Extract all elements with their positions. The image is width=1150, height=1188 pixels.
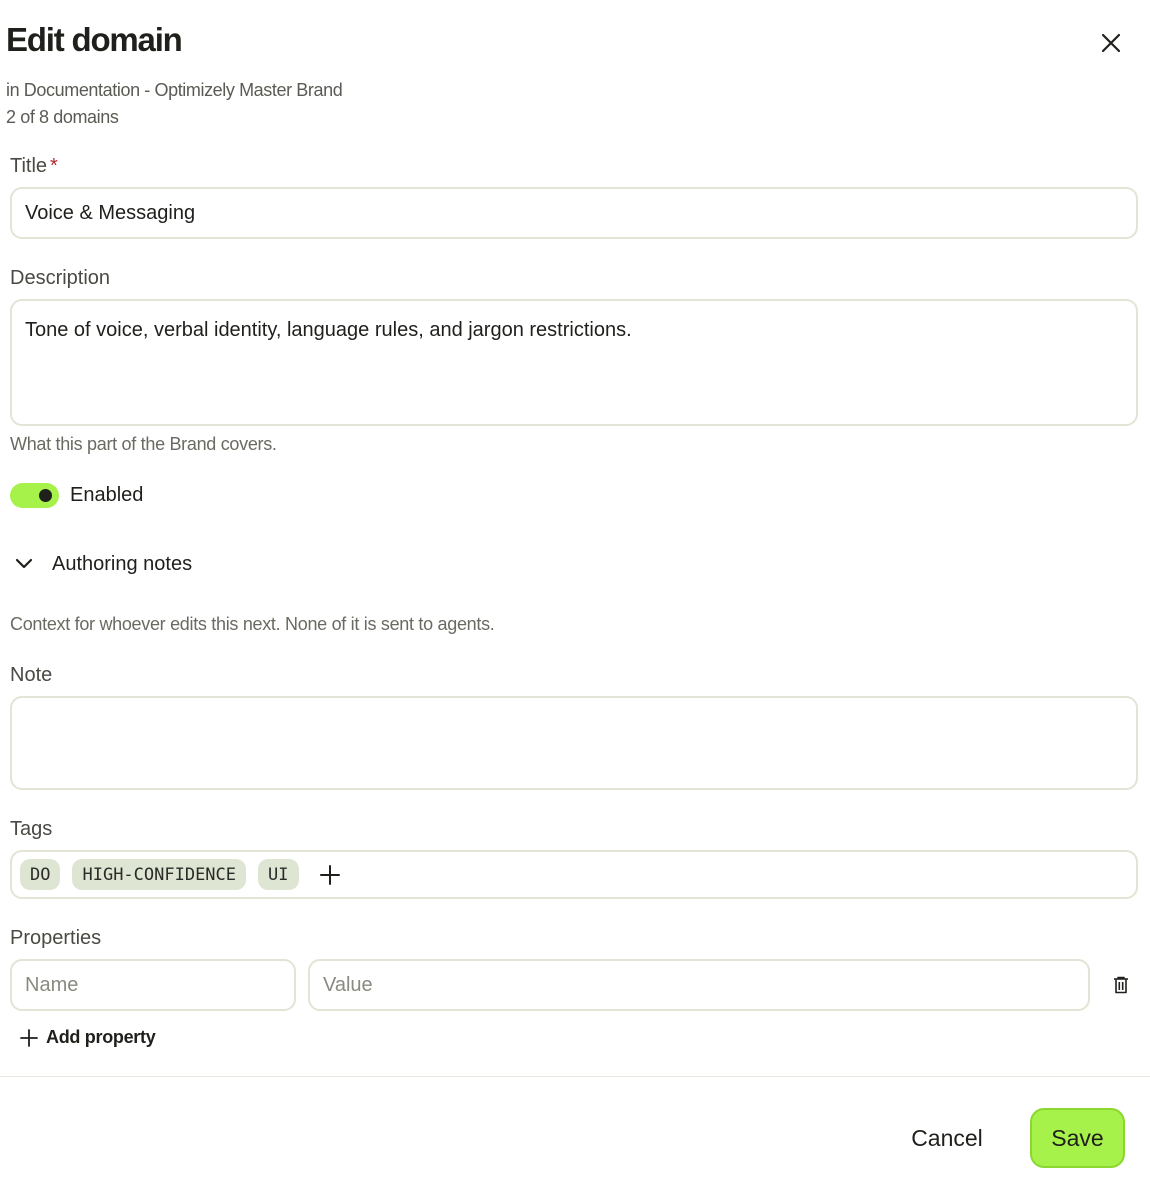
tag-chip[interactable]: DO — [20, 859, 61, 890]
add-tag-button[interactable] — [315, 860, 345, 890]
authoring-notes-toggle[interactable]: Authoring notes — [14, 549, 192, 579]
add-property-button[interactable]: Add property — [20, 1027, 156, 1048]
domain-context: in Documentation - Optimizely Master Bra… — [6, 80, 343, 100]
note-label: Note — [10, 664, 53, 686]
close-icon — [1101, 33, 1121, 53]
property-value-input[interactable] — [308, 959, 1090, 1011]
save-button[interactable]: Save — [1030, 1108, 1125, 1168]
trash-icon — [1114, 976, 1128, 994]
cancel-button[interactable]: Cancel — [890, 1112, 1004, 1164]
tag-chip[interactable]: UI — [258, 859, 299, 890]
title-input[interactable] — [10, 187, 1138, 239]
authoring-notes-helper: Context for whoever edits this next. Non… — [10, 614, 495, 634]
description-textarea[interactable]: Tone of voice, verbal identity, language… — [10, 299, 1138, 426]
title-label: Title * — [10, 155, 58, 177]
enabled-toggle[interactable] — [10, 483, 59, 508]
description-helper: What this part of the Brand covers. — [10, 434, 277, 454]
footer-divider — [0, 1076, 1150, 1077]
note-textarea[interactable] — [10, 696, 1138, 790]
tags-label: Tags — [10, 818, 53, 840]
chevron-down-icon — [15, 558, 33, 569]
page-title: Edit domain — [6, 21, 183, 58]
required-mark: * — [50, 155, 58, 177]
enabled-label: Enabled — [70, 484, 144, 506]
authoring-notes-label: Authoring notes — [52, 553, 193, 575]
toggle-knob — [39, 489, 52, 502]
property-name-input[interactable] — [10, 959, 296, 1011]
domain-position: 2 of 8 domains — [6, 107, 119, 127]
delete-property-button[interactable] — [1108, 972, 1134, 998]
properties-label: Properties — [10, 927, 102, 949]
close-button[interactable] — [1094, 26, 1128, 60]
description-label: Description — [10, 267, 111, 289]
plus-icon — [319, 864, 340, 885]
tag-chip[interactable]: HIGH-CONFIDENCE — [72, 859, 247, 890]
plus-icon — [20, 1028, 38, 1047]
tags-field[interactable]: DO HIGH-CONFIDENCE UI — [10, 850, 1138, 899]
add-property-label: Add property — [46, 1027, 156, 1047]
